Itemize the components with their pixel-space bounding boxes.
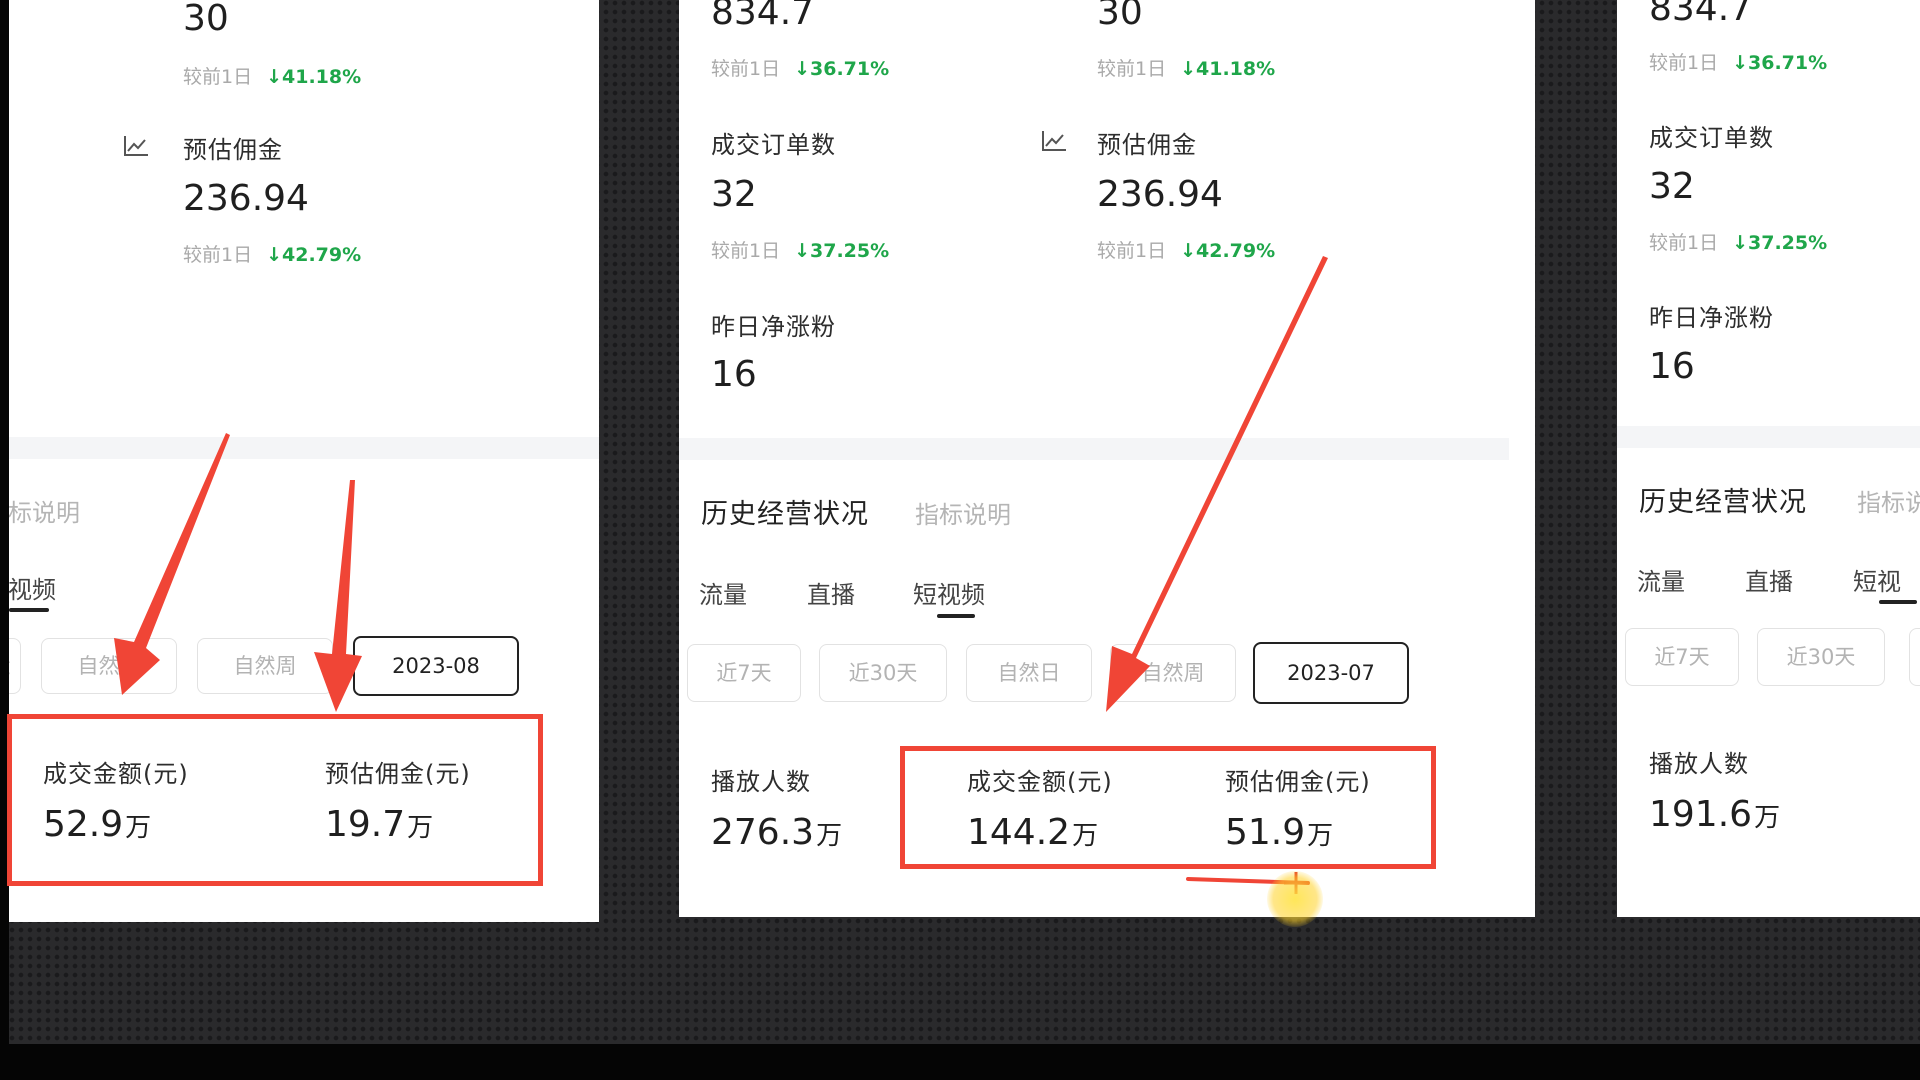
compare-label: 较前1日 xyxy=(1097,240,1167,262)
compare-change: ↓37.25% xyxy=(1732,232,1828,254)
orders-value: 32 xyxy=(1649,166,1695,207)
net-fans-label: 昨日净涨粉 xyxy=(1649,304,1774,332)
top-metric-value: 30 xyxy=(183,0,229,39)
play-count-compare: 较前1日 ↓36.71% xyxy=(711,54,889,81)
compare-label: 较前1日 xyxy=(1097,58,1167,80)
section-divider xyxy=(679,438,1509,460)
chip-recent[interactable]: 近 xyxy=(9,638,21,694)
compare-label: 较前1日 xyxy=(183,244,253,266)
cursor-highlight xyxy=(1267,871,1323,927)
history-title: 历史经营状况 xyxy=(701,499,869,530)
compare-change: ↓42.79% xyxy=(266,244,362,266)
tab-underline xyxy=(1879,600,1917,604)
commission-compare: 较前1日 ↓42.79% xyxy=(1097,236,1275,263)
section-divider xyxy=(1617,426,1920,448)
chip-7-days[interactable]: 近7天 xyxy=(1625,628,1739,686)
top-right-value: 30 xyxy=(1097,0,1143,33)
orders-compare: 较前1日 ↓37.25% xyxy=(1649,228,1827,255)
play-count-value: 834.7 xyxy=(1649,0,1753,29)
chip-natural-day[interactable]: 自然日 xyxy=(966,644,1092,702)
chip-natural-week[interactable]: 自然周 xyxy=(1110,644,1236,702)
commission-label: 预估佣金 xyxy=(1097,131,1197,159)
compare-change: ↓41.18% xyxy=(1180,58,1276,80)
panel-right: 834.7 较前1日 ↓36.71% 成交订单数 32 较前1日 ↓37.25% 昨… xyxy=(1617,0,1920,917)
history-title: 历史经营状况 xyxy=(1639,487,1807,518)
commission-value: 236.94 xyxy=(183,178,309,219)
top-metric-compare: 较前1日 ↓41.18% xyxy=(183,62,361,89)
chip-7-days[interactable]: 近7天 xyxy=(687,644,801,702)
compare-change: ↓41.18% xyxy=(266,66,362,88)
compare-change: ↓36.71% xyxy=(794,58,890,80)
metric-explain-link[interactable]: 指标说 xyxy=(1857,483,1920,518)
compare-label: 较前1日 xyxy=(1649,52,1719,74)
chip-natural-week[interactable]: 自然周 xyxy=(197,638,333,694)
compare-label: 较前1日 xyxy=(711,58,781,80)
metric-explain-link[interactable]: 指标说明 xyxy=(9,493,80,528)
orders-label: 成交订单数 xyxy=(711,131,836,159)
tab-short-video[interactable]: 短视 xyxy=(1853,562,1901,597)
compare-change: ↓37.25% xyxy=(794,240,890,262)
highlight-box-left xyxy=(7,714,543,886)
tab-short-video[interactable]: 短视频 xyxy=(913,575,985,610)
top-right-compare: 较前1日 ↓41.18% xyxy=(1097,54,1275,81)
tab-short-video[interactable]: 短视频 xyxy=(9,570,56,605)
chip-month-selected[interactable]: 2023-08 xyxy=(353,636,519,696)
viewers-value: 276.3万 xyxy=(711,812,843,853)
compare-label: 较前1日 xyxy=(1649,232,1719,254)
commission-label: 预估佣金 xyxy=(183,136,283,164)
chip-30-days[interactable]: 近30天 xyxy=(819,644,947,702)
net-fans-value: 16 xyxy=(1649,346,1695,387)
chip-month-selected[interactable]: 2023-07 xyxy=(1253,642,1409,704)
tab-traffic[interactable]: 流量 xyxy=(1637,562,1685,597)
line-chart-icon[interactable] xyxy=(123,135,149,157)
tab-traffic[interactable]: 流量 xyxy=(699,575,747,610)
tab-live[interactable]: 直播 xyxy=(1745,562,1793,597)
chip-30-days[interactable]: 近30天 xyxy=(1757,628,1885,686)
compare-change: ↓36.71% xyxy=(1732,52,1828,74)
bottom-black-bar xyxy=(0,1044,1920,1080)
commission-value: 236.94 xyxy=(1097,174,1223,215)
play-count-value: 834.7 xyxy=(711,0,815,33)
viewers-label: 播放人数 xyxy=(711,768,811,796)
tab-underline xyxy=(9,608,49,612)
compare-change: ↓42.79% xyxy=(1180,240,1276,262)
chip-partial[interactable] xyxy=(1909,628,1920,686)
commission-compare: 较前1日 ↓42.79% xyxy=(183,240,361,267)
left-edge-strip xyxy=(0,0,9,1044)
metric-explain-link[interactable]: 指标说明 xyxy=(915,495,1011,530)
tab-live[interactable]: 直播 xyxy=(807,575,855,610)
net-fans-value: 16 xyxy=(711,354,757,395)
orders-compare: 较前1日 ↓37.25% xyxy=(711,236,889,263)
line-chart-icon[interactable] xyxy=(1041,130,1067,152)
compare-label: 较前1日 xyxy=(183,66,253,88)
viewers-label: 播放人数 xyxy=(1649,750,1749,778)
viewers-value: 191.6万 xyxy=(1649,794,1781,835)
orders-value: 32 xyxy=(711,174,757,215)
highlight-box-middle xyxy=(900,746,1436,869)
play-count-compare: 较前1日 ↓36.71% xyxy=(1649,48,1827,75)
orders-label: 成交订单数 xyxy=(1649,124,1774,152)
tab-underline xyxy=(937,614,975,618)
chip-natural-day[interactable]: 自然日 xyxy=(41,638,177,694)
compare-label: 较前1日 xyxy=(711,240,781,262)
net-fans-label: 昨日净涨粉 xyxy=(711,313,836,341)
section-divider xyxy=(9,437,599,459)
